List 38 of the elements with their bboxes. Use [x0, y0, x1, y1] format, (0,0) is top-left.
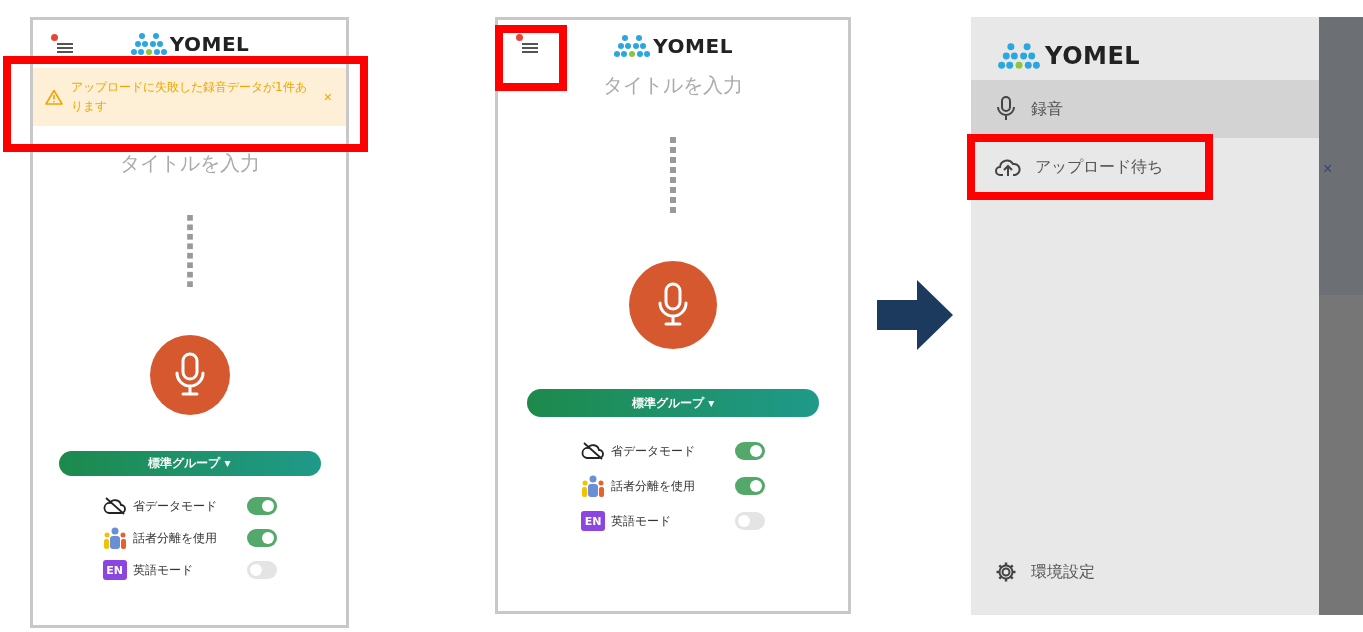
toggle-switch[interactable] [246, 529, 277, 547]
toggle-switch[interactable] [735, 442, 766, 460]
warning-icon [45, 89, 64, 105]
title-field[interactable]: タイトルを入力 [603, 72, 744, 99]
settings-icon [995, 561, 1018, 583]
toggle-label: 英語モード [132, 561, 194, 579]
dotted-line [186, 215, 193, 287]
english-icon: EN [581, 511, 606, 531]
toggle-label: 省データモード [611, 442, 697, 460]
logo-text: YOMEL [1045, 41, 1141, 70]
group-dropdown[interactable]: 標準グループ ▾ [527, 389, 820, 417]
cloud-off-icon [102, 497, 127, 515]
toggle-label: 省データモード [132, 497, 218, 515]
logo-text: YOMEL [653, 34, 733, 58]
toggle-switch[interactable] [246, 561, 277, 579]
toggle-label: 話者分離を使用 [132, 529, 218, 547]
group-dropdown[interactable]: 標準グループ ▾ [58, 451, 321, 476]
title-field[interactable]: タイトルを入力 [119, 150, 260, 177]
cloud-upload-icon [995, 157, 1022, 177]
microphone-icon [995, 96, 1018, 122]
toggle-label: 話者分離を使用 [611, 477, 697, 495]
logo-icon [613, 34, 652, 58]
toggle-switch[interactable] [735, 512, 766, 530]
drawer-item[interactable]: 録音 [971, 80, 1320, 138]
settings-item[interactable]: 環境設定 [971, 543, 1320, 601]
english-icon: EN [102, 560, 127, 580]
people-icon [581, 475, 606, 497]
logo-icon [997, 41, 1042, 70]
logo-text: YOMEL [169, 32, 250, 56]
warning-message: アップロードに失敗した録音データが1件あります [71, 78, 308, 115]
toggle-switch[interactable] [735, 477, 766, 495]
people-icon [102, 527, 127, 549]
toggle-switch[interactable] [246, 497, 277, 515]
toggle-label: 英語モード [611, 512, 673, 530]
cloud-off-icon [581, 442, 606, 460]
drawer-item[interactable]: アップロード待ち [971, 138, 1320, 196]
logo-icon [129, 32, 168, 56]
arrow-icon [877, 280, 954, 350]
